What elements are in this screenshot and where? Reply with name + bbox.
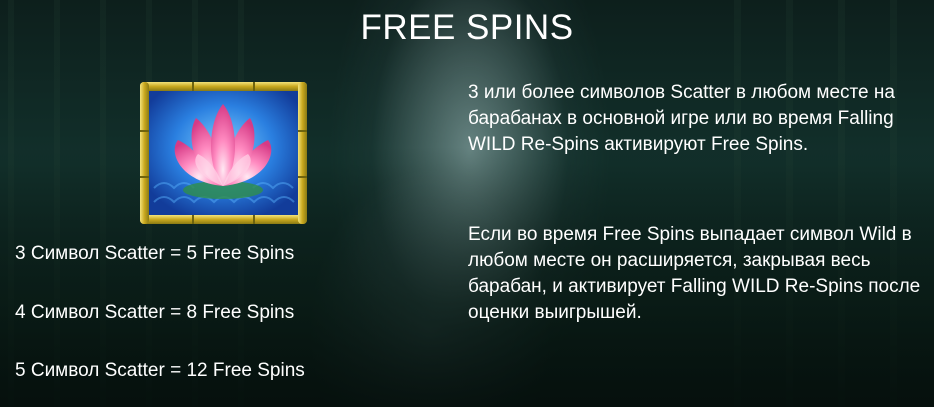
description-paragraph-wild: Если во время Free Spins выпадает символ…: [468, 224, 921, 323]
bamboo-right-decoration: [714, 0, 934, 407]
page-title: FREE SPINS: [360, 8, 574, 47]
paytable-line-4-scatter: 4 Символ Scatter = 8 Free Spins: [15, 302, 295, 323]
lotus-scatter-icon: [140, 82, 307, 224]
paytable-line-5-scatter: 5 Символ Scatter = 12 Free Spins: [15, 360, 305, 381]
paytable-line-3-scatter: 3 Символ Scatter = 5 Free Spins: [15, 243, 295, 264]
description-paragraph-trigger: 3 или более символов Scatter в любом мес…: [468, 82, 895, 155]
